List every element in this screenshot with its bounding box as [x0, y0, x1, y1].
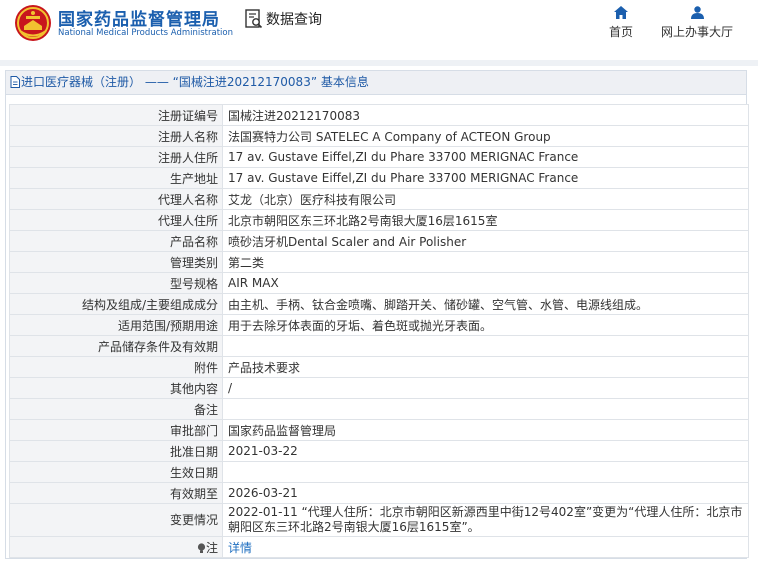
row-key: 结构及组成/主要组成成分: [9, 293, 223, 315]
table-row: 产品名称 喷砂洁牙机Dental Scaler and Air Polisher: [9, 230, 749, 252]
detail-table: 注册证编号 国械注进20212170083 注册人名称 法国赛特力公司 SATELEC…: [9, 104, 749, 558]
table-row: 附件 产品技术要求: [9, 356, 749, 378]
row-key: 变更情况: [9, 503, 223, 537]
table-row: 代理人名称 艾龙（北京）医疗科技有限公司: [9, 188, 749, 210]
table-row: 结构及组成/主要组成成分 由主机、手柄、钛合金喷嘴、脚踏开关、储砂罐、空气管、水管…: [9, 293, 749, 315]
table-row-note: 注 详情: [9, 536, 749, 558]
row-value: 17 av. Gustave Eiffel,ZI du Phare 33700 …: [222, 146, 749, 168]
table-row: 产品储存条件及有效期: [9, 335, 749, 357]
row-key: 注册人名称: [9, 125, 223, 147]
table-row: 注册人住所 17 av. Gustave Eiffel,ZI du Phare 3…: [9, 146, 749, 168]
detail-panel: 进口医疗器械（注册） —— “国械注进20212170083” 基本信息 注册证…: [5, 70, 749, 559]
nav-online-office[interactable]: 网上办事大厅: [655, 6, 739, 40]
data-query-icon: [245, 9, 263, 29]
row-value: 2021-03-22: [222, 440, 749, 462]
national-emblem-logo: [15, 5, 51, 41]
home-icon: [614, 6, 628, 19]
table-row: 注册证编号 国械注进20212170083: [9, 104, 749, 126]
nav-home-label: 首页: [608, 25, 633, 39]
details-link[interactable]: 详情: [228, 541, 252, 555]
row-key: 代理人住所: [9, 209, 223, 231]
document-icon: [10, 76, 20, 88]
row-key: 审批部门: [9, 419, 223, 441]
row-value: 用于去除牙体表面的牙垢、着色斑或抛光牙表面。: [222, 314, 749, 336]
header-divider: [0, 60, 758, 66]
row-value: 由主机、手柄、钛合金喷嘴、脚踏开关、储砂罐、空气管、水管、电源线组成。: [222, 293, 749, 315]
row-value: 第二类: [222, 251, 749, 273]
table-row: 变更情况 2022-01-11 “代理人住所：北京市朝阳区新源西里中街12号402…: [9, 503, 749, 537]
row-key: 注册人住所: [9, 146, 223, 168]
row-value: 北京市朝阳区东三环北路2号南银大厦16层1615室: [222, 209, 749, 231]
row-value: 2026-03-21: [222, 482, 749, 504]
row-key: 有效期至: [9, 482, 223, 504]
row-value: [222, 461, 749, 483]
table-row: 型号规格 AIR MAX: [9, 272, 749, 294]
user-icon: [690, 6, 704, 19]
row-key: 产品名称: [9, 230, 223, 252]
table-row: 代理人住所 北京市朝阳区东三环北路2号南银大厦16层1615室: [9, 209, 749, 231]
row-key: 附件: [9, 356, 223, 378]
row-key: 注: [9, 536, 223, 558]
row-value: AIR MAX: [222, 272, 749, 294]
row-value: 详情: [222, 536, 749, 558]
row-value: 国械注进20212170083: [222, 104, 749, 126]
table-row: 生产地址 17 av. Gustave Eiffel,ZI du Phare 33…: [9, 167, 749, 189]
row-value: [222, 398, 749, 420]
row-value: 喷砂洁牙机Dental Scaler and Air Polisher: [222, 230, 749, 252]
row-key: 生产地址: [9, 167, 223, 189]
row-value: [222, 335, 749, 357]
table-row: 备注: [9, 398, 749, 420]
row-key: 其他内容: [9, 377, 223, 399]
panel-title-bar: 进口医疗器械（注册） —— “国械注进20212170083” 基本信息: [6, 71, 746, 95]
table-row: 生效日期: [9, 461, 749, 483]
row-key: 型号规格: [9, 272, 223, 294]
table-row: 适用范围/预期用途 用于去除牙体表面的牙垢、着色斑或抛光牙表面。: [9, 314, 749, 336]
row-key: 代理人名称: [9, 188, 223, 210]
row-value: /: [222, 377, 749, 399]
site-title-en: National Medical Products Administration: [58, 28, 233, 38]
row-value: 17 av. Gustave Eiffel,ZI du Phare 33700 …: [222, 167, 749, 189]
table-row: 审批部门 国家药品监督管理局: [9, 419, 749, 441]
row-value: 2022-01-11 “代理人住所：北京市朝阳区新源西里中街12号402室”变更…: [222, 503, 749, 537]
row-value: 法国赛特力公司 SATELEC A Company of ACTEON Grou…: [222, 125, 749, 147]
table-row: 有效期至 2026-03-21: [9, 482, 749, 504]
row-key: 管理类别: [9, 251, 223, 273]
nav-home[interactable]: 首页: [603, 6, 639, 40]
row-key: 批准日期: [9, 440, 223, 462]
row-key: 适用范围/预期用途: [9, 314, 223, 336]
row-value: 产品技术要求: [222, 356, 749, 378]
site-header: 国家药品监督管理局 National Medical Products Admi…: [0, 0, 758, 52]
row-key: 备注: [9, 398, 223, 420]
row-value: 艾龙（北京）医疗科技有限公司: [222, 188, 749, 210]
site-title-cn: 国家药品监督管理局: [58, 10, 220, 30]
row-key: 产品储存条件及有效期: [9, 335, 223, 357]
data-query-label[interactable]: 数据查询: [266, 9, 322, 29]
nav-online-office-label: 网上办事大厅: [660, 25, 733, 39]
row-key-label: 注: [205, 540, 218, 555]
table-row: 批准日期 2021-03-22: [9, 440, 749, 462]
panel-title: 进口医疗器械（注册） —— “国械注进20212170083” 基本信息: [21, 75, 369, 89]
table-row: 其他内容 /: [9, 377, 749, 399]
row-key: 生效日期: [9, 461, 223, 483]
lightbulb-icon: [197, 542, 206, 553]
row-value: 国家药品监督管理局: [222, 419, 749, 441]
row-key: 注册证编号: [9, 104, 223, 126]
table-row: 管理类别 第二类: [9, 251, 749, 273]
table-row: 注册人名称 法国赛特力公司 SATELEC A Company of ACTEON…: [9, 125, 749, 147]
